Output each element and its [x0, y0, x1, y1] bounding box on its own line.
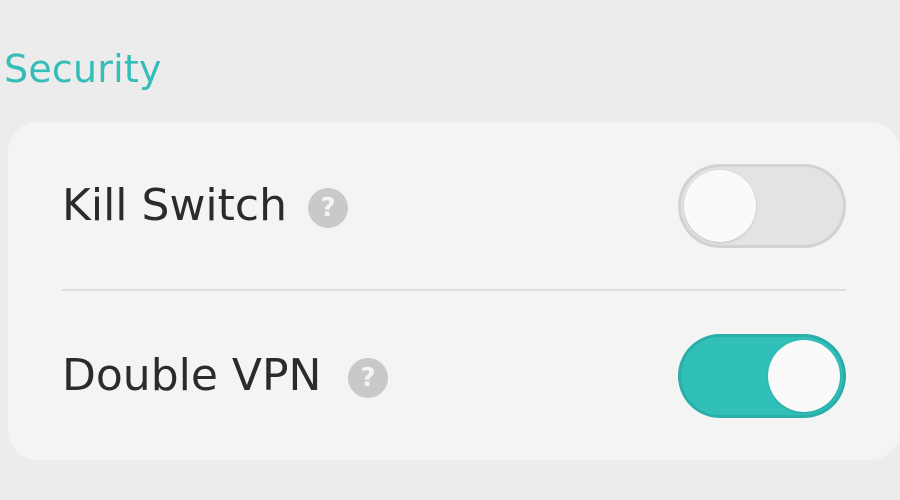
question-mark-icon[interactable]: ?: [308, 188, 348, 228]
divider: [62, 289, 846, 291]
toggle-knob: [684, 170, 756, 242]
double-vpn-label: Double VPN: [62, 350, 322, 401]
question-mark-icon[interactable]: ?: [348, 358, 388, 398]
kill-switch-toggle[interactable]: [678, 164, 846, 248]
setting-row-kill-switch: Kill Switch ?: [8, 144, 900, 264]
setting-row-double-vpn: Double VPN ?: [8, 314, 900, 434]
toggle-knob: [768, 340, 840, 412]
section-title: Security: [4, 47, 162, 91]
security-settings-card: Kill Switch ? Double VPN ?: [8, 122, 900, 460]
double-vpn-toggle[interactable]: [678, 334, 846, 418]
kill-switch-label: Kill Switch: [62, 180, 287, 231]
